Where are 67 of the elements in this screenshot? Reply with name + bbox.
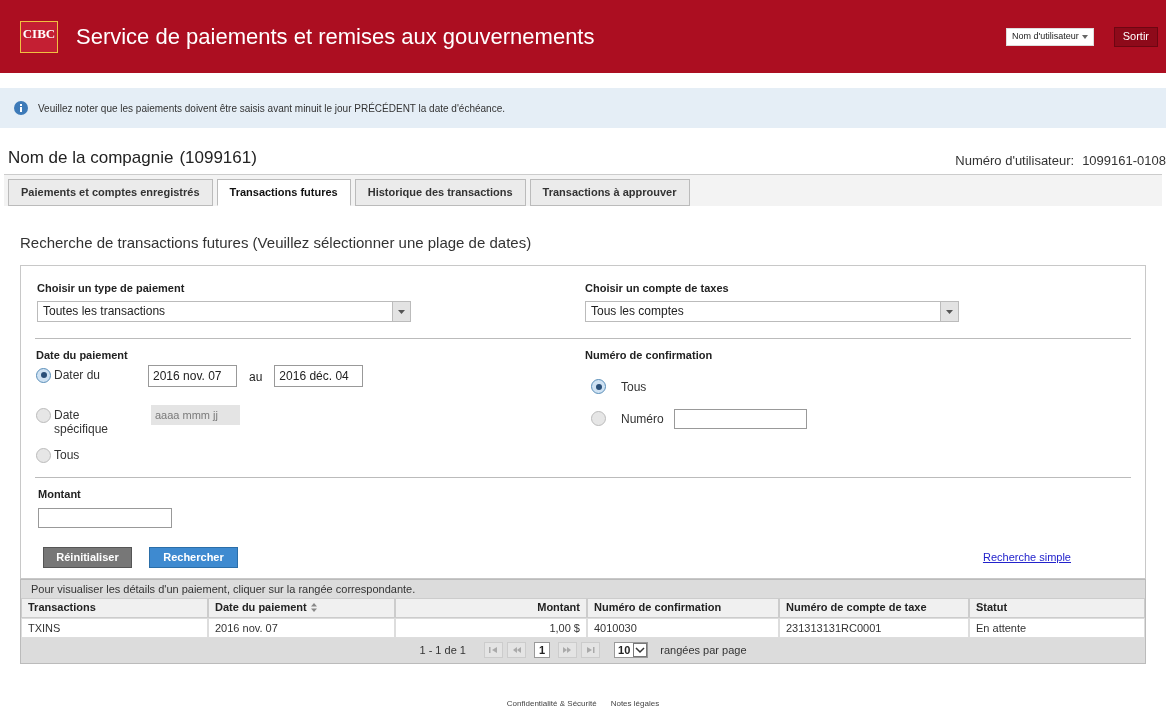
rows-per-page-label: rangées par page (660, 642, 747, 658)
field-label: Date du paiement (36, 348, 129, 363)
radio-button[interactable] (36, 447, 51, 463)
previous-page-icon[interactable] (506, 642, 526, 658)
field-label: Montant (38, 487, 82, 502)
column-header[interactable]: Numéro de confirmation (587, 597, 779, 618)
column-header[interactable]: Montant (395, 597, 587, 618)
last-page-icon[interactable] (581, 642, 601, 658)
logout-button[interactable]: Sortir (1113, 26, 1158, 47)
radio-label: Tous (54, 447, 81, 462)
next-page-icon[interactable] (558, 642, 578, 658)
column-header[interactable]: Statut (969, 597, 1145, 618)
radio-label: Tous (621, 378, 647, 396)
range-separator: au (249, 368, 263, 386)
caret-icon (940, 302, 958, 321)
logo: CIBC (20, 20, 58, 53)
user-number-label: Numéro d'utilisateur: (955, 151, 1075, 170)
field-label: Numéro de confirmation (585, 348, 714, 363)
page-range: 1 - 1 de 1 (419, 642, 466, 658)
footer-link[interactable]: Notes légales (610, 697, 660, 710)
tab[interactable]: Paiements et comptes enregistrés (8, 179, 213, 206)
reset-button[interactable]: Réinitialiser (43, 546, 132, 568)
tab[interactable]: Transactions à approuver (529, 179, 690, 206)
user-menu[interactable]: Nom d'utilisateur (1005, 27, 1094, 46)
app-title: Service de paiements et remises aux gouvernements (76, 23, 595, 51)
table-cell: TXINS (21, 617, 208, 638)
table-hint: Pour visualiser les détails d'un paiement, cliquer sur la rangée correspondante. (30, 581, 417, 597)
confirmation-number-field[interactable] (673, 408, 807, 429)
column-header[interactable]: Numéro de compte de taxe (779, 597, 969, 618)
radio-button[interactable] (591, 379, 606, 394)
first-page-icon[interactable] (483, 642, 503, 658)
field-label: Choisir un type de paiement (37, 280, 186, 296)
table-cell: 1,00 $ (395, 617, 587, 638)
table-cell: 2016 nov. 07 (208, 617, 395, 638)
column-header[interactable]: Transactions (21, 597, 208, 618)
dropdown[interactable]: Toutes les transactions (37, 301, 411, 322)
radio-label: Numéro (621, 410, 664, 428)
date-field[interactable]: 2016 déc. 04 (274, 364, 364, 387)
company-name: Nom de la compagnie (8, 146, 174, 169)
radio-button[interactable] (36, 367, 51, 383)
column-header[interactable]: Date du paiement (208, 597, 395, 618)
caret-icon (392, 302, 410, 321)
notice-text: Veuillez noter que les paiements doivent être saisis avant minuit le jour PRÉCÉDENT la date d'échéance. (38, 101, 505, 116)
search-title: Recherche de transactions futures (Veuillez sélectionner une plage de dates) (20, 233, 533, 253)
user-number: 1099161-0108 (1082, 151, 1166, 170)
radio-button[interactable] (591, 411, 606, 426)
field-label: Choisir un compte de taxes (585, 280, 730, 296)
sort-icon (310, 603, 317, 612)
tab[interactable]: Historique des transactions (354, 179, 526, 206)
date-field[interactable]: 2016 nov. 07 (148, 364, 237, 387)
amount-field[interactable] (38, 507, 172, 528)
radio-label: Date spécifique (54, 407, 110, 436)
info-icon (14, 101, 28, 115)
radio-label: Dater du (54, 367, 102, 382)
caret-icon (1081, 34, 1088, 39)
rows-per-page-select[interactable]: 10 (614, 642, 649, 658)
caret-icon (633, 643, 648, 657)
table-cell: 4010030 (587, 617, 779, 638)
footer-link[interactable]: Confidentialité & Sécurité (506, 697, 597, 710)
dropdown[interactable]: Tous les comptes (585, 301, 959, 322)
simple-search-link[interactable]: Recherche simple (982, 548, 1071, 566)
table-cell: En attente (969, 617, 1145, 638)
page-number[interactable]: 1 (533, 642, 551, 658)
company-number: (1099161) (179, 146, 257, 169)
search-button[interactable]: Rechercher (149, 546, 238, 568)
table-cell: 231313131RC0001 (779, 617, 969, 638)
tab[interactable]: Transactions futures (216, 179, 351, 206)
